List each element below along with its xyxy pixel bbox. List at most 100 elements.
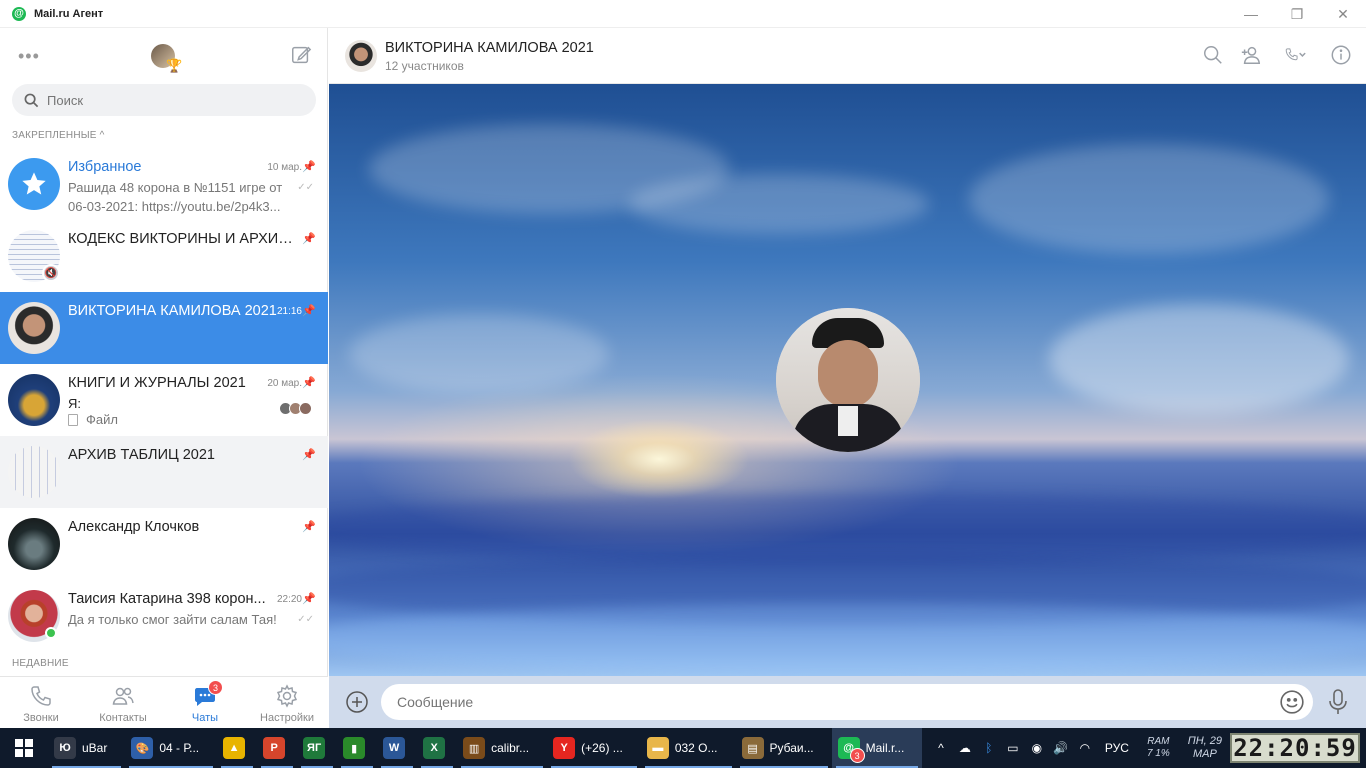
search-box[interactable] xyxy=(12,84,316,116)
app-tray-icon[interactable]: ◉ xyxy=(1027,728,1047,768)
search-input[interactable] xyxy=(47,92,287,108)
more-menu-icon[interactable]: ••• xyxy=(18,46,40,67)
language-indicator[interactable]: РУС xyxy=(1105,741,1129,755)
add-attachment-icon[interactable] xyxy=(345,690,369,714)
group-photo[interactable] xyxy=(776,308,920,452)
chat-item-codex[interactable]: 🔇 КОДЕКС ВИКТОРИНЫ И АРХИВ ... 📌 xyxy=(0,220,328,292)
chat-time: 20 мар. xyxy=(267,378,302,389)
taskbar-app-icon: ▲ xyxy=(223,737,246,759)
chat-item-taisiya[interactable]: Таисия Катарина 398 корон... 22:20 📌 Да … xyxy=(0,580,328,652)
taskbar-item[interactable]: 🎨 04 - Р... xyxy=(125,728,217,768)
chevron-up-icon: ^ xyxy=(99,130,105,141)
chat-name: Александр Клочков xyxy=(68,519,200,535)
title-bar: @ Mail.ru Агент — ❐ ✕ xyxy=(0,0,1366,28)
chat-list: Избранное 10 мар. 📌 Рашида 48 корона в №… xyxy=(0,148,328,652)
tab-contacts[interactable]: Контакты xyxy=(82,677,164,728)
read-check-icon: ✓✓ xyxy=(297,182,314,193)
chat-item-quiz[interactable]: ВИКТОРИНА КАМИЛОВА 2021 21:16 📌 xyxy=(0,292,328,364)
taskbar-app-icon: W xyxy=(383,737,406,759)
chat-name: КНИГИ И ЖУРНАЛЫ 2021 xyxy=(68,375,246,391)
add-user-icon[interactable] xyxy=(1240,44,1262,66)
unread-badge: 3 xyxy=(208,680,223,695)
taskbar-items: ЮuBar 🎨 04 - Р... ▲ Р ЯГ ▮ W X ▥ calibr... Y (+26) .… xyxy=(48,728,923,768)
participant-avatars xyxy=(279,402,312,415)
favorites-avatar xyxy=(8,158,60,210)
message-input[interactable] xyxy=(381,684,1313,720)
digital-clock[interactable]: 22:20:59 xyxy=(1230,733,1360,763)
ram-indicator: RAM 7 1% xyxy=(1147,736,1170,760)
start-button[interactable] xyxy=(0,728,48,768)
tab-chats[interactable]: 3 Чаты xyxy=(164,677,246,728)
taskbar-item[interactable]: ЮuBar xyxy=(48,728,125,768)
ram-label: RAM xyxy=(1147,736,1170,747)
read-check-icon: ✓✓ xyxy=(297,614,314,625)
pinned-section-label[interactable]: ЗАКРЕПЛЕННЫЕ ^ xyxy=(12,130,105,141)
minimize-button[interactable]: — xyxy=(1228,0,1274,28)
taskbar-item[interactable]: Р xyxy=(257,728,297,768)
tab-settings[interactable]: Настройки xyxy=(246,677,328,728)
taskbar-item[interactable]: Y (+26) ... xyxy=(547,728,641,768)
battery-icon[interactable]: ▭ xyxy=(1003,728,1023,768)
chat-background xyxy=(329,84,1366,676)
wave-shape xyxy=(329,604,1366,674)
chat-preview: Да я только смог зайти салам Тая! xyxy=(68,612,277,627)
gear-icon xyxy=(276,684,298,708)
windows-taskbar: ЮuBar 🎨 04 - Р... ▲ Р ЯГ ▮ W X ▥ calibr... Y (+26) .… xyxy=(0,728,1366,768)
chat-item-tables[interactable]: АРХИВ ТАБЛИЦ 2021 📌 xyxy=(0,436,328,508)
chat-avatar[interactable] xyxy=(345,40,377,72)
tab-label: Чаты xyxy=(191,712,219,724)
chat-item-favorites[interactable]: Избранное 10 мар. 📌 Рашида 48 корона в №… xyxy=(0,148,328,220)
window-title: Mail.ru Агент xyxy=(34,7,104,20)
taskbar-app-icon: Р xyxy=(263,737,286,759)
chat-item-books[interactable]: КНИГИ И ЖУРНАЛЫ 2021 20 мар. 📌 Я: Файл xyxy=(0,364,328,436)
close-button[interactable]: ✕ xyxy=(1320,0,1366,28)
file-attachment: Файл xyxy=(68,412,118,427)
muted-icon: 🔇 xyxy=(42,264,60,282)
pin-icon: 📌 xyxy=(302,305,316,317)
taskbar-item[interactable]: ▮ xyxy=(337,728,377,768)
ram-value: 7 1% xyxy=(1146,748,1170,759)
chat-name: КОДЕКС ВИКТОРИНЫ И АРХИВ ... xyxy=(68,231,300,247)
taskbar-item[interactable]: @3 Mail.r... xyxy=(831,728,923,768)
participants-count[interactable]: 12 участников xyxy=(385,59,464,73)
info-icon[interactable] xyxy=(1330,44,1352,66)
tab-calls[interactable]: Звонки xyxy=(0,677,82,728)
taskbar-app-icon: ▥ xyxy=(463,737,486,759)
taskbar-item[interactable]: ▬ 032 О... xyxy=(641,728,736,768)
call-dropdown-icon[interactable] xyxy=(1278,44,1314,66)
taskbar-item-label: (+26) ... xyxy=(581,741,623,755)
taskbar-item[interactable]: ▤ Рубаи... xyxy=(736,728,832,768)
cloud-shape xyxy=(1049,304,1349,414)
restore-button[interactable]: ❐ xyxy=(1274,0,1320,28)
taskbar-item-label: 032 О... xyxy=(674,741,718,755)
chat-title[interactable]: ВИКТОРИНА КАМИЛОВА 2021 xyxy=(385,40,594,56)
document-icon xyxy=(68,413,78,426)
bottom-tabs: Звонки Контакты 3 Чаты Настройки xyxy=(0,676,328,728)
taskbar-item[interactable]: ЯГ xyxy=(297,728,337,768)
pin-icon: 📌 xyxy=(302,377,316,389)
date-display[interactable]: ПН, 29 МАР xyxy=(1188,735,1222,761)
recent-section-label: НЕДАВНИЕ xyxy=(12,658,69,669)
cloud-sync-icon[interactable]: ☁ xyxy=(955,728,975,768)
chat-header-actions xyxy=(1202,44,1352,66)
taskbar-app-icon: X xyxy=(423,737,446,759)
search-icon[interactable] xyxy=(1202,44,1224,66)
bluetooth-icon[interactable]: ᛒ xyxy=(979,728,999,768)
chat-name: АРХИВ ТАБЛИЦ 2021 xyxy=(68,447,215,463)
chat-item-alexander[interactable]: Александр Клочков 📌 xyxy=(0,508,328,580)
wifi-icon[interactable]: ◠ xyxy=(1075,728,1095,768)
pinned-label-text: ЗАКРЕПЛЕННЫЕ xyxy=(12,130,97,141)
taskbar-item-label: uBar xyxy=(82,741,108,755)
volume-icon[interactable]: 🔊 xyxy=(1051,728,1071,768)
emoji-icon[interactable] xyxy=(1279,689,1305,715)
taskbar-item[interactable]: ▥ calibr... xyxy=(457,728,547,768)
taskbar-item[interactable]: ▲ xyxy=(217,728,257,768)
sidebar-header: ••• 🏆 xyxy=(0,28,327,84)
compose-icon[interactable] xyxy=(290,44,312,66)
chevron-up-icon[interactable]: ^ xyxy=(931,728,951,768)
taskbar-item[interactable]: W xyxy=(377,728,417,768)
chat-name: Таисия Катарина 398 корон... xyxy=(68,591,266,607)
microphone-icon[interactable] xyxy=(1327,688,1349,716)
taskbar-item[interactable]: X xyxy=(417,728,457,768)
taskbar-item-label: 04 - Р... xyxy=(159,741,200,755)
